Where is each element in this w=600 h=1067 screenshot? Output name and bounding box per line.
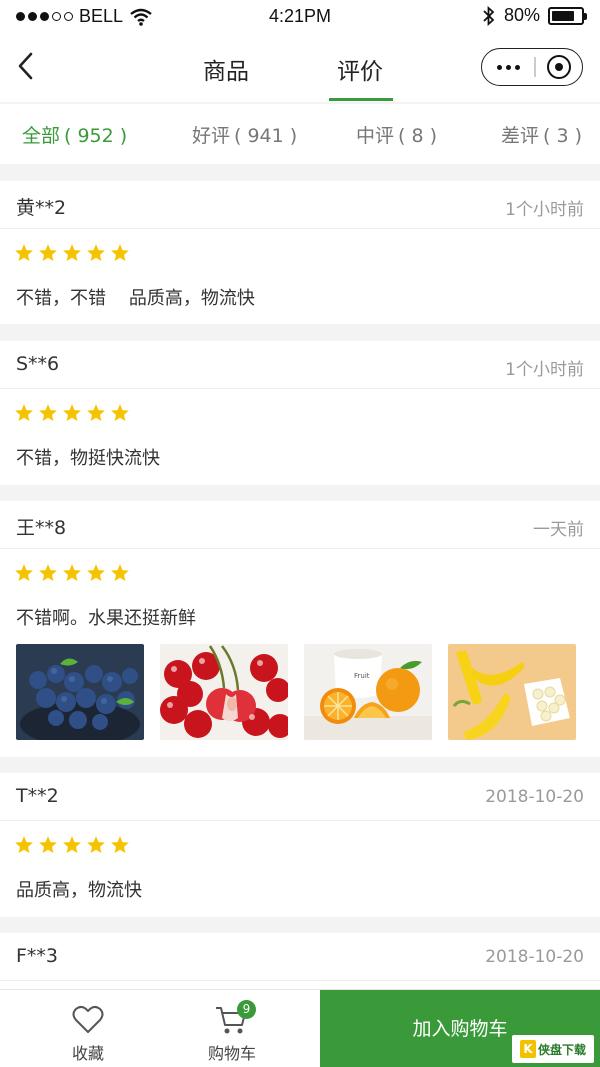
photo-oranges[interactable]: Fruit <box>304 644 432 740</box>
reviewer-name: 黄**2 <box>16 197 67 219</box>
review-text: 不错啊。水果还挺新鲜 <box>16 608 196 629</box>
review-time: 1个小时前 <box>505 360 584 380</box>
filter-count: ( 3 ) <box>543 125 583 147</box>
review-item: F**3 2018-10-20 <box>0 933 600 989</box>
bottom-action-bar: 收藏 9 购物车 加入购物车 K 侠盘下载 <box>0 989 600 1067</box>
status-bar: BELL 4:21PM 80% <box>0 0 600 34</box>
review-header: 王**8 一天前 <box>0 501 600 549</box>
star-icon <box>63 564 81 582</box>
filter-count: ( 941 ) <box>234 125 298 147</box>
review-photos: Fruit <box>16 644 576 740</box>
back-arrow-icon <box>18 52 33 80</box>
review-item: 黄**2 1个小时前 不错，不错 品质高，物流快 <box>0 181 600 324</box>
rating-stars <box>14 403 130 423</box>
star-icon <box>111 244 129 262</box>
review-time: 一天前 <box>533 520 584 540</box>
active-tab-indicator <box>329 98 393 101</box>
star-icon <box>87 244 105 262</box>
review-header: S**6 1个小时前 <box>0 341 600 389</box>
filter-count: ( 8 ) <box>398 125 438 147</box>
star-icon <box>63 404 81 422</box>
battery-icon <box>548 6 587 25</box>
star-icon <box>39 404 57 422</box>
star-icon <box>15 564 33 582</box>
cart-button[interactable]: 9 购物车 <box>152 990 312 1067</box>
cart-count-badge: 9 <box>237 1000 256 1019</box>
reviewer-name: T**2 <box>16 785 59 807</box>
review-text: 不错，物挺快流快 <box>16 448 160 469</box>
star-icon <box>63 244 81 262</box>
target-icon <box>546 55 571 79</box>
star-icon <box>87 564 105 582</box>
photo-blueberries[interactable] <box>16 644 144 740</box>
watermark-text: 侠盘下载 <box>537 1042 586 1057</box>
star-icon <box>63 836 81 854</box>
review-time: 1个小时前 <box>505 200 584 220</box>
watermark-logo: K 侠盘下载 <box>512 1035 594 1063</box>
heart-icon <box>72 1005 104 1033</box>
star-icon <box>39 564 57 582</box>
star-icon <box>39 244 57 262</box>
rating-stars <box>14 835 130 855</box>
favorite-button[interactable]: 收藏 <box>8 990 168 1067</box>
review-item: S**6 1个小时前 不错，物挺快流快 <box>0 341 600 485</box>
star-icon <box>87 836 105 854</box>
star-icon <box>111 404 129 422</box>
filter-label: 好评 <box>192 125 231 147</box>
star-icon <box>111 564 129 582</box>
filter-count: ( 952 ) <box>64 125 128 147</box>
nav-bar: 商品 评价 <box>0 34 600 102</box>
star-icon <box>15 836 33 854</box>
star-icon <box>15 244 33 262</box>
mini-program-capsule <box>481 48 583 86</box>
review-header: T**2 2018-10-20 <box>0 773 600 821</box>
bluetooth-icon <box>483 5 495 26</box>
filter-label: 全部 <box>22 125 61 147</box>
close-button[interactable] <box>536 49 583 85</box>
cart-label: 购物车 <box>207 1044 256 1063</box>
filter-neutral[interactable]: 中评( 8 ) <box>356 121 437 148</box>
star-icon <box>39 836 57 854</box>
review-time: 2018-10-20 <box>485 787 584 807</box>
photo-cherries[interactable] <box>160 644 288 740</box>
status-right: 80% <box>482 5 587 26</box>
reviewer-name: S**6 <box>16 353 60 375</box>
star-icon <box>87 404 105 422</box>
tab-goods[interactable]: 商品 <box>203 52 249 102</box>
reviewer-name: F**3 <box>16 945 59 967</box>
star-icon <box>111 836 129 854</box>
watermark-k-icon: K <box>519 1040 536 1058</box>
reviewer-name: 王**8 <box>16 517 67 539</box>
review-item: T**2 2018-10-20 品质高，物流快 <box>0 773 600 917</box>
review-time: 2018-10-20 <box>485 947 584 967</box>
more-button[interactable] <box>482 49 534 85</box>
battery-percent: 80% <box>503 5 540 25</box>
filter-positive[interactable]: 好评( 941 ) <box>192 121 297 148</box>
back-button[interactable] <box>10 48 42 84</box>
filter-all[interactable]: 全部( 952 ) <box>22 121 127 148</box>
review-header: 黄**2 1个小时前 <box>0 181 600 229</box>
review-text: 品质高，物流快 <box>16 880 142 901</box>
review-header: F**3 2018-10-20 <box>0 933 600 981</box>
filter-label: 中评 <box>356 125 395 147</box>
filter-label: 差评 <box>501 125 540 147</box>
filter-negative[interactable]: 差评( 3 ) <box>501 121 582 148</box>
svg-text:Fruit: Fruit <box>354 672 370 680</box>
favorite-label: 收藏 <box>71 1044 104 1063</box>
tab-reviews[interactable]: 评价 <box>337 52 383 102</box>
review-item: 王**8 一天前 不错啊。水果还挺新鲜 Fruit <box>0 501 600 757</box>
rating-stars <box>14 563 130 583</box>
review-filter-bar: 全部( 952 ) 好评( 941 ) 中评( 8 ) 差评( 3 ) <box>0 104 600 164</box>
star-icon <box>15 404 33 422</box>
review-text: 不错，不错 品质高，物流快 <box>16 288 255 309</box>
rating-stars <box>14 243 130 263</box>
photo-bananas[interactable] <box>448 644 576 740</box>
